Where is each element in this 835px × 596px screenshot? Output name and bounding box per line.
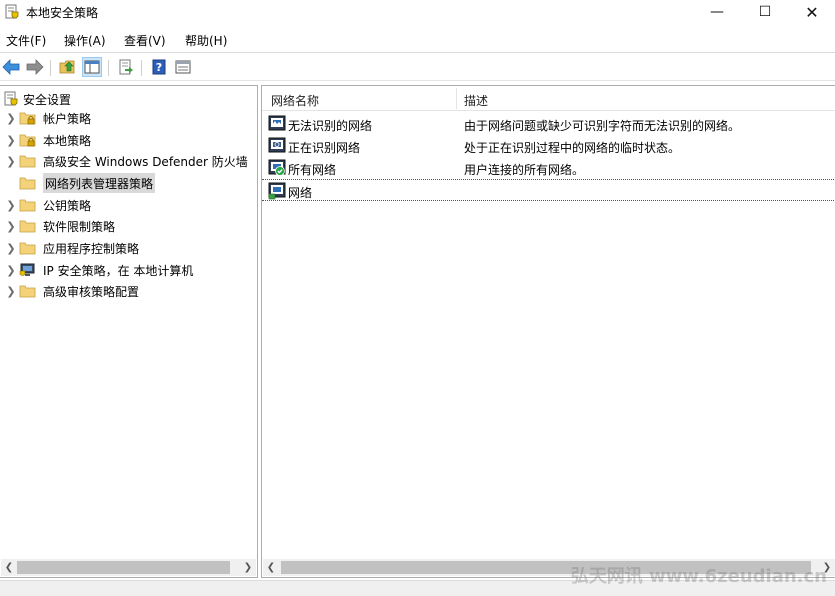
tree-horizontal-scrollbar[interactable]: ❮ ❯: [1, 559, 256, 576]
properties-view-icon: [175, 60, 191, 74]
tree-item-label: 网络列表管理器策略: [43, 173, 156, 193]
title-bar: 本地安全策略 — ☐ ✕: [0, 0, 835, 24]
chevron-right-icon[interactable]: ❯: [4, 199, 18, 212]
divider: [50, 60, 51, 76]
forward-icon: [26, 59, 44, 75]
tree-item-advanced-audit[interactable]: ❯ 高级审核策略配置: [0, 281, 257, 301]
show-tree-icon: [84, 60, 100, 74]
divider: [108, 60, 109, 76]
menu-action[interactable]: 操作(A): [64, 32, 106, 49]
tree-root-label: 安全设置: [23, 92, 72, 107]
scrollbar-thumb[interactable]: [17, 561, 230, 574]
svg-text:?: ?: [156, 61, 162, 74]
folder-icon: [19, 242, 36, 255]
folder-lock-icon: [19, 134, 36, 147]
folder-lock-icon: [19, 112, 36, 125]
network-description: 处于正在识别过程中的网络的临时状态。: [464, 141, 681, 155]
maximize-button[interactable]: ☐: [742, 0, 788, 24]
show-hide-tree-button[interactable]: [82, 57, 102, 77]
toolbar: ?: [0, 54, 835, 80]
properties-view-button[interactable]: [173, 57, 193, 77]
tree-item-local-policies[interactable]: ❯ 本地策略: [0, 130, 257, 150]
help-button[interactable]: ?: [149, 57, 169, 77]
tree-item-label: 帐户策略: [43, 111, 92, 126]
tree-item-public-key-policies[interactable]: ❯ 公钥策略: [0, 195, 257, 215]
tree-item-label: 公钥策略: [43, 198, 92, 213]
menu-view[interactable]: 查看(V): [124, 32, 166, 49]
chevron-right-icon[interactable]: ❯: [4, 134, 18, 147]
chevron-right-icon[interactable]: ❯: [4, 242, 18, 255]
divider: [0, 80, 835, 81]
tree-item-label: 软件限制策略: [43, 219, 116, 234]
list-item[interactable]: 所有网络 用户连接的所有网络。: [262, 157, 835, 179]
local-security-policy-icon: [5, 4, 19, 19]
all-networks-icon: [268, 159, 286, 176]
help-icon: ?: [152, 59, 166, 75]
watermark: 弘天网讯 www.6zeudian.cn: [570, 566, 827, 587]
menu-file[interactable]: 文件(F): [6, 32, 46, 49]
tree-item-application-control[interactable]: ❯ 应用程序控制策略: [0, 238, 257, 258]
column-header-network-name[interactable]: 网络名称: [271, 92, 319, 109]
window-title: 本地安全策略: [26, 6, 99, 20]
minimize-button[interactable]: —: [694, 0, 740, 24]
tree-root-security-settings[interactable]: 安全设置: [4, 90, 71, 108]
tree-panel: 安全设置 ❯ 帐户策略 ❯ 本地策略 ❯ 高级安全 Windows Defend…: [0, 85, 258, 578]
network-name: 网络: [288, 186, 313, 200]
column-header-row: 网络名称 描述: [262, 86, 835, 111]
tree-item-label: IP 安全策略，在 本地计算机: [43, 263, 194, 278]
column-divider[interactable]: [456, 88, 457, 109]
security-settings-icon: [4, 91, 18, 106]
list-item[interactable]: 无法识别的网络 由于网络问题或缺少可识别字符而无法识别的网络。: [262, 113, 835, 135]
tree-item-label: 高级安全 Windows Defender 防火墙: [43, 154, 248, 169]
up-folder-icon: [59, 60, 75, 74]
network-name: 正在识别网络: [288, 141, 361, 155]
chevron-right-icon[interactable]: ❯: [4, 112, 18, 125]
scroll-left-icon[interactable]: ❮: [2, 561, 16, 574]
network-description: 用户连接的所有网络。: [464, 163, 585, 177]
network-name: 无法识别的网络: [288, 119, 373, 133]
list-panel: 网络名称 描述 无法识别的网络 由于网络问题或缺少可识别字符而无法识别的网络。 …: [261, 85, 835, 578]
folder-icon: [19, 155, 36, 168]
folder-icon: [19, 220, 36, 233]
chevron-right-icon[interactable]: ❯: [4, 220, 18, 233]
tree-item-account-policies[interactable]: ❯ 帐户策略: [0, 108, 257, 128]
back-button[interactable]: [1, 57, 21, 77]
forward-button[interactable]: [25, 57, 45, 77]
tree-item-label: 本地策略: [43, 133, 92, 148]
network-icon: [268, 182, 286, 200]
menu-help[interactable]: 帮助(H): [185, 32, 227, 49]
back-icon: [2, 59, 20, 75]
identifying-network-icon: [268, 137, 286, 153]
chevron-right-icon[interactable]: ❯: [4, 264, 18, 277]
tree-item-ip-security[interactable]: ❯ IP 安全策略，在 本地计算机: [0, 260, 257, 280]
ip-security-icon: [19, 263, 35, 276]
scroll-right-icon[interactable]: ❯: [241, 561, 255, 574]
list-item[interactable]: 正在识别网络 处于正在识别过程中的网络的临时状态。: [262, 135, 835, 157]
unidentified-network-icon: [268, 115, 286, 131]
up-one-level-button[interactable]: [58, 57, 78, 77]
network-name: 所有网络: [288, 163, 337, 177]
tree-item-network-list-manager[interactable]: 网络列表管理器策略: [0, 173, 257, 193]
export-list-button[interactable]: [116, 57, 136, 77]
menu-bar: 文件(F) 操作(A) 查看(V) 帮助(H): [0, 29, 835, 49]
tree-item-label: 高级审核策略配置: [43, 284, 140, 299]
divider: [0, 52, 835, 53]
tree-item-software-restriction[interactable]: ❯ 软件限制策略: [0, 216, 257, 236]
folder-icon: [19, 199, 36, 212]
divider: [141, 60, 142, 76]
tree-item-windows-defender-firewall[interactable]: ❯ 高级安全 Windows Defender 防火墙: [0, 151, 257, 171]
list-item[interactable]: 网络: [262, 179, 835, 201]
folder-icon: [19, 177, 36, 190]
chevron-right-icon[interactable]: ❯: [4, 155, 18, 168]
network-description: 由于网络问题或缺少可识别字符而无法识别的网络。: [464, 119, 741, 133]
close-button[interactable]: ✕: [789, 0, 835, 24]
folder-icon: [19, 285, 36, 298]
column-header-description[interactable]: 描述: [464, 92, 488, 109]
chevron-right-icon[interactable]: ❯: [4, 285, 18, 298]
export-list-icon: [119, 59, 133, 75]
scroll-left-icon[interactable]: ❮: [264, 561, 278, 574]
tree-item-label: 应用程序控制策略: [43, 241, 140, 256]
